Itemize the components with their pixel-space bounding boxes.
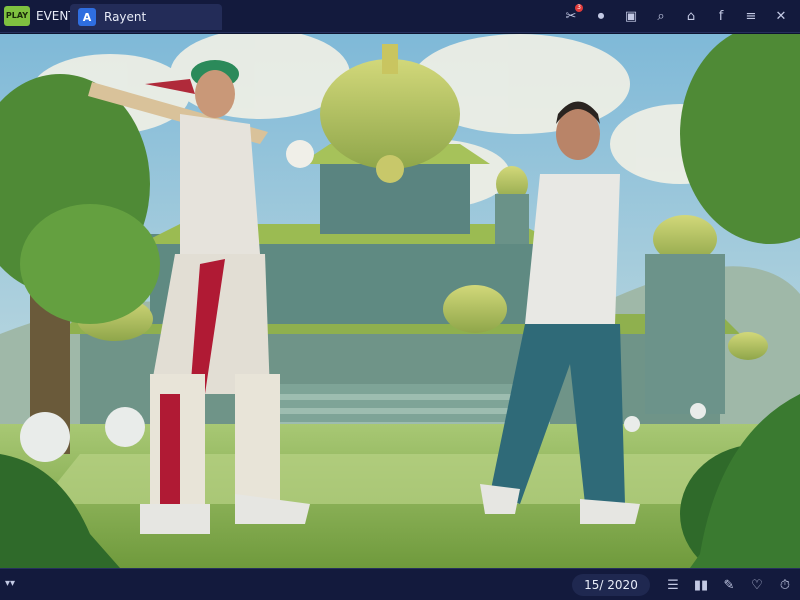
bottom-icons: ☰ ▮▮ ✎ ♡ ⏱ [664,576,794,594]
tab-label: Rayent [104,10,147,24]
app-logo[interactable]: PLAY [4,6,30,26]
like-icon[interactable]: ♡ [748,576,766,594]
facebook-icon[interactable]: f [712,7,730,25]
list-icon[interactable]: ☰ [664,576,682,594]
notification-badge: 3 [575,4,583,12]
scene-illustration [0,34,800,568]
page-counter[interactable]: 15/ 2020 [572,574,650,596]
stats-icon[interactable]: ▮▮ [692,576,710,594]
timer-icon[interactable]: ⏱ [776,576,794,594]
tab-app-icon: A [78,8,96,26]
collapse-icon[interactable]: ▾▾ [5,578,15,589]
record-icon[interactable]: ⏺ [592,7,610,25]
toolbar-icons: ✂ 3 ⏺ ▣ ⌕ ⌂ f ≡ ✕ [562,4,790,25]
game-scene[interactable] [0,34,800,568]
info-icon[interactable]: ▣ [622,7,640,25]
top-bar: PLAY EVENT A Rayent ✂ 3 ⏺ ▣ ⌕ ⌂ f ≡ ✕ [0,0,800,33]
search-icon[interactable]: ⌕ [652,7,670,25]
home-icon[interactable]: ⌂ [682,7,700,25]
bat-notification-icon[interactable]: ✂ 3 [562,4,583,25]
tab-active[interactable]: A Rayent [70,4,222,30]
close-icon[interactable]: ✕ [772,7,790,25]
bottom-bar: ▾▾ 15/ 2020 ☰ ▮▮ ✎ ♡ ⏱ [0,568,800,600]
menu-icon[interactable]: ≡ [742,7,760,25]
edit-icon[interactable]: ✎ [720,576,738,594]
